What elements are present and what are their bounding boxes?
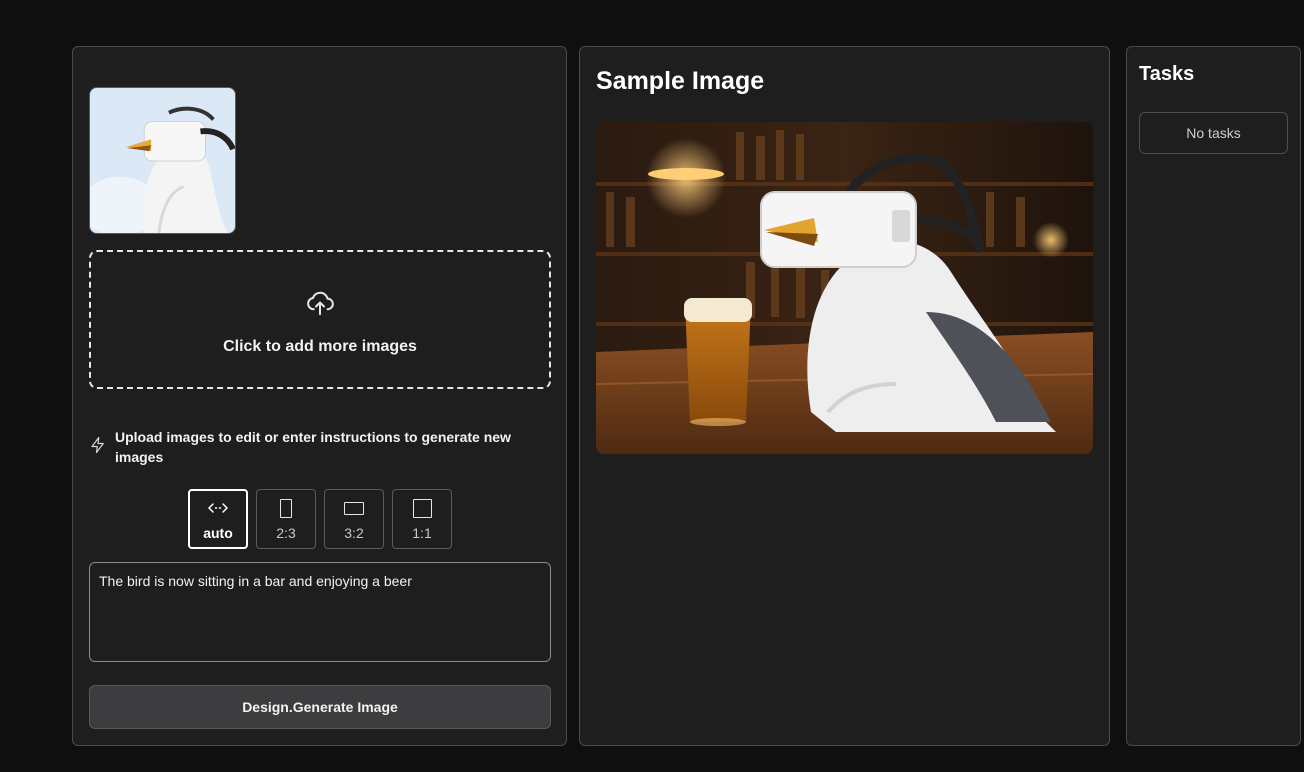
seagull-bar-image (596, 122, 1093, 454)
tasks-title: Tasks (1139, 63, 1195, 85)
ratio-1-1-button[interactable]: 1:1 (392, 489, 452, 549)
lightning-bolt-icon (91, 436, 104, 454)
tasks-panel: Tasks No tasks (1126, 46, 1301, 746)
ratio-label: 2:3 (276, 525, 296, 541)
square-ratio-icon (412, 497, 432, 519)
aspect-ratio-selector: auto 2:3 3:2 1:1 (188, 489, 452, 549)
ratio-2-3-button[interactable]: 2:3 (256, 489, 316, 549)
add-images-dropzone[interactable]: Click to add more images (89, 250, 551, 389)
auto-arrows-icon (208, 497, 228, 519)
editor-panel: Click to add more images Upload images t… (72, 46, 567, 746)
hint-text: Upload images to edit or enter instructi… (115, 429, 511, 465)
seagull-vr-thumbnail-image (90, 88, 235, 233)
generate-image-button[interactable]: Design.Generate Image (89, 685, 551, 729)
uploaded-image-thumbnail[interactable] (89, 87, 236, 234)
ratio-label: 3:2 (344, 525, 364, 541)
ratio-label: 1:1 (412, 525, 432, 541)
sample-image (596, 122, 1093, 454)
prompt-input[interactable] (89, 562, 551, 662)
preview-title: Sample Image (596, 67, 765, 95)
portrait-ratio-icon (280, 497, 292, 519)
ratio-label: auto (203, 525, 233, 541)
preview-panel: Sample Image (579, 46, 1110, 746)
no-tasks-placeholder: No tasks (1139, 112, 1288, 154)
instruction-hint: Upload images to edit or enter instructi… (89, 427, 539, 467)
ratio-auto-button[interactable]: auto (188, 489, 248, 549)
landscape-ratio-icon (344, 497, 364, 519)
ratio-3-2-button[interactable]: 3:2 (324, 489, 384, 549)
dropzone-label: Click to add more images (223, 337, 417, 355)
cloud-upload-icon (307, 291, 334, 315)
